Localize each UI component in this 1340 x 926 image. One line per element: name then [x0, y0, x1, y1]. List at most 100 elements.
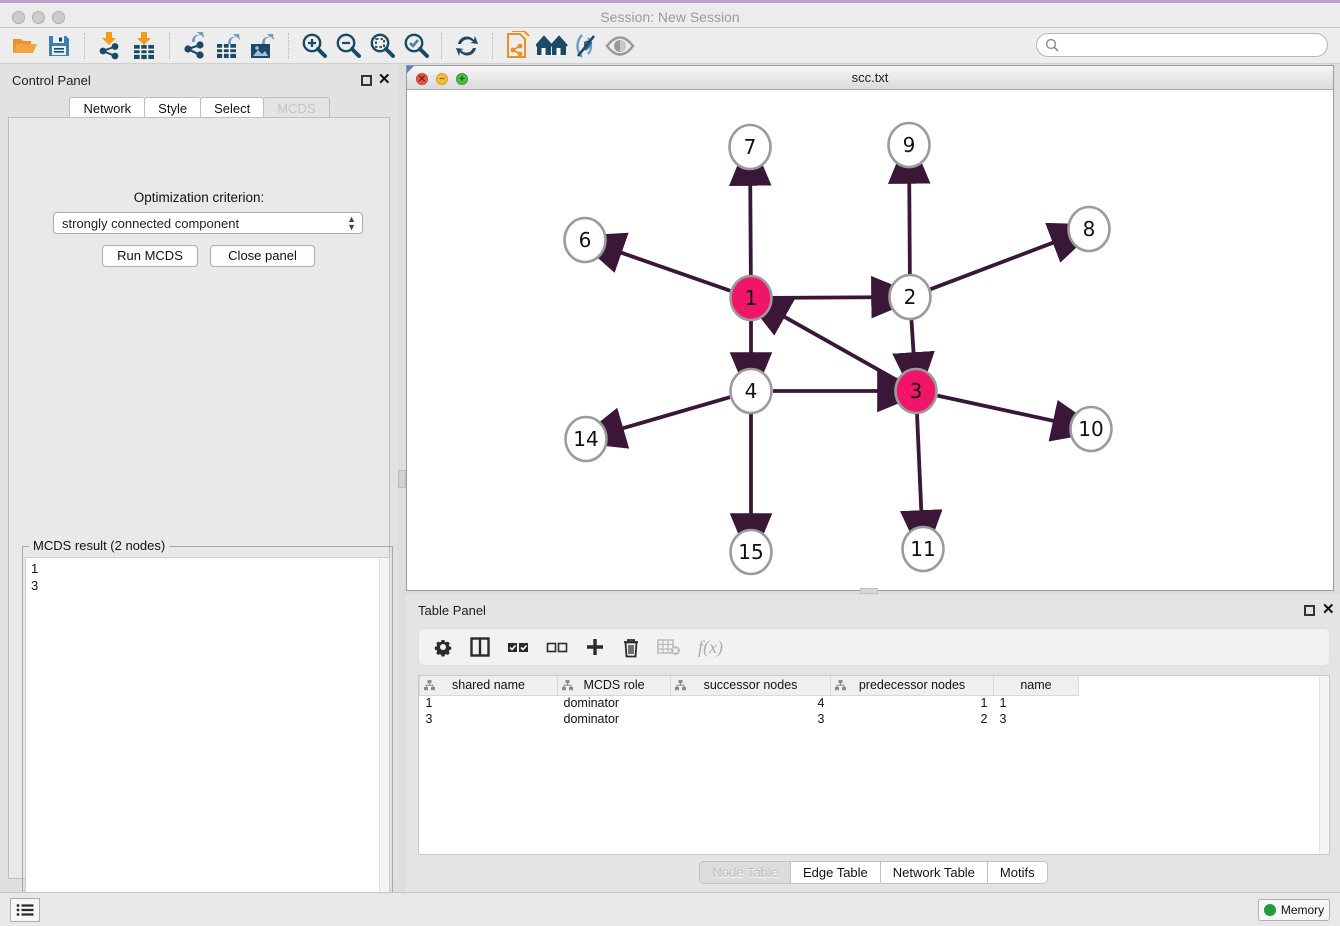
- network-window-title: scc.txt: [407, 70, 1333, 85]
- memory-status-icon: [1264, 904, 1276, 916]
- float-panel-icon[interactable]: [361, 75, 372, 86]
- network-window-titlebar[interactable]: ✕ − + scc.txt: [407, 66, 1333, 90]
- table-row[interactable]: 1dominator411: [420, 695, 1079, 711]
- horizontal-splitter-handle[interactable]: [860, 588, 878, 594]
- graph-edge-3-11[interactable]: [917, 413, 921, 514]
- select-all-icon[interactable]: [507, 635, 529, 659]
- table-cell[interactable]: 2: [831, 711, 994, 727]
- zoom-in-icon[interactable]: [297, 31, 331, 61]
- deselect-all-icon[interactable]: [546, 635, 568, 659]
- graph-edge-3-1[interactable]: [781, 315, 896, 380]
- import-network-icon[interactable]: [93, 31, 127, 61]
- table-cell[interactable]: 1: [831, 695, 994, 711]
- toolbar-separator: [441, 33, 442, 59]
- export-table-icon[interactable]: [212, 31, 246, 61]
- table-cell[interactable]: dominator: [558, 695, 671, 711]
- graph-node-11[interactable]: 11: [903, 527, 944, 571]
- zoom-selected-icon[interactable]: [399, 31, 433, 61]
- toolbar-separator: [84, 33, 85, 59]
- close-panel-button[interactable]: Close panel: [210, 245, 315, 267]
- graph-node-label: 6: [579, 228, 592, 252]
- graph-node-2[interactable]: 2: [890, 275, 931, 319]
- table-tab-network-table[interactable]: Network Table: [880, 861, 988, 884]
- trash-icon[interactable]: [622, 635, 640, 659]
- node-table-grid[interactable]: shared nameMCDS rolesuccessor nodesprede…: [419, 676, 1079, 727]
- hide-selected-icon[interactable]: [569, 31, 603, 61]
- table-tab-edge-table[interactable]: Edge Table: [790, 861, 881, 884]
- add-icon[interactable]: [585, 635, 605, 659]
- graph-edge-4-14[interactable]: [620, 397, 730, 429]
- graph-node-3[interactable]: 3: [896, 369, 937, 413]
- clone-network-icon[interactable]: [501, 31, 535, 61]
- column-header-MCDS-role[interactable]: MCDS role: [558, 676, 671, 695]
- run-mcds-button[interactable]: Run MCDS: [102, 245, 198, 267]
- graph-edge-1-7[interactable]: [750, 182, 751, 276]
- graph-node-7[interactable]: 7: [730, 125, 771, 169]
- vertical-splitter[interactable]: [398, 65, 406, 881]
- table-tab-node-table[interactable]: Node Table: [699, 861, 791, 884]
- task-history-button[interactable]: [10, 898, 40, 922]
- import-table-icon[interactable]: [127, 31, 161, 61]
- open-folder-icon[interactable]: [8, 31, 42, 61]
- search-input[interactable]: [1059, 35, 1327, 55]
- zoom-fit-icon[interactable]: [365, 31, 399, 61]
- vertical-splitter-handle[interactable]: [398, 470, 406, 488]
- table-cell[interactable]: 3: [671, 711, 831, 727]
- close-panel-icon[interactable]: ✕: [378, 71, 391, 89]
- column-header-shared-name[interactable]: shared name: [420, 676, 558, 695]
- export-image-icon[interactable]: [246, 31, 280, 61]
- mcds-tab-content: Optimization criterion: strongly connect…: [8, 117, 390, 879]
- table-row[interactable]: 3dominator323: [420, 711, 1079, 727]
- graph-node-label: 8: [1083, 217, 1096, 241]
- table-cell[interactable]: 3: [420, 711, 558, 727]
- graph-edge-2-3[interactable]: [911, 319, 913, 356]
- graph-edge-2-9[interactable]: [909, 180, 910, 275]
- network-canvas[interactable]: 1 2 3 4 6 7 8 9 10 11 14 15: [407, 90, 1333, 590]
- table-cell[interactable]: 1: [994, 695, 1079, 711]
- toolbar-separator: [492, 33, 493, 59]
- column-header-predecessor-nodes[interactable]: predecessor nodes: [831, 676, 994, 695]
- graph-node-1[interactable]: 1: [731, 276, 772, 320]
- mcds-result-text: 1 3: [26, 558, 389, 596]
- refresh-icon[interactable]: [450, 31, 484, 61]
- gear-icon[interactable]: [433, 635, 453, 659]
- table-scrollbar[interactable]: [1319, 676, 1329, 854]
- graph-edge-1-2[interactable]: [773, 297, 875, 298]
- graph-node-6[interactable]: 6: [565, 218, 606, 262]
- save-icon[interactable]: [42, 31, 76, 61]
- table-cell[interactable]: dominator: [558, 711, 671, 727]
- column-header-name[interactable]: name: [994, 676, 1079, 695]
- table-tab-motifs[interactable]: Motifs: [987, 861, 1048, 884]
- graph-node-10[interactable]: 10: [1071, 407, 1112, 451]
- memory-button[interactable]: Memory: [1258, 899, 1330, 921]
- node-table: shared nameMCDS rolesuccessor nodesprede…: [418, 675, 1330, 855]
- criterion-dropdown[interactable]: strongly connected component ▲▼: [53, 212, 363, 234]
- graph-node-8[interactable]: 8: [1069, 207, 1110, 251]
- delete-table-icon: [657, 635, 681, 659]
- graph-node-14[interactable]: 14: [566, 417, 607, 461]
- export-network-icon[interactable]: [178, 31, 212, 61]
- show-graphics-icon[interactable]: [603, 31, 637, 61]
- graph-edge-3-10[interactable]: [937, 396, 1056, 422]
- mcds-result-area[interactable]: 1 3: [25, 557, 390, 925]
- columns-icon[interactable]: [470, 635, 490, 659]
- graph-edge-1-6[interactable]: [618, 252, 730, 291]
- float-table-panel-icon[interactable]: [1304, 605, 1315, 616]
- toolbar-separator: [288, 33, 289, 59]
- first-neighbors-icon[interactable]: [535, 31, 569, 61]
- graph-edge-2-8[interactable]: [931, 241, 1057, 289]
- graph-node-15[interactable]: 15: [731, 530, 772, 574]
- graph-node-4[interactable]: 4: [731, 369, 772, 413]
- zoom-out-icon[interactable]: [331, 31, 365, 61]
- column-header-successor-nodes[interactable]: successor nodes: [671, 676, 831, 695]
- graph-node-label: 14: [573, 427, 598, 451]
- table-cell[interactable]: 4: [671, 695, 831, 711]
- close-table-panel-icon[interactable]: ✕: [1322, 601, 1335, 619]
- result-scrollbar[interactable]: [379, 558, 389, 924]
- table-cell[interactable]: 1: [420, 695, 558, 711]
- memory-label: Memory: [1281, 903, 1324, 917]
- search-box[interactable]: [1036, 33, 1328, 57]
- table-cell[interactable]: 3: [994, 711, 1079, 727]
- control-panel: Control Panel ✕ NetworkStyleSelectMCDS O…: [0, 65, 398, 881]
- graph-node-9[interactable]: 9: [889, 123, 930, 167]
